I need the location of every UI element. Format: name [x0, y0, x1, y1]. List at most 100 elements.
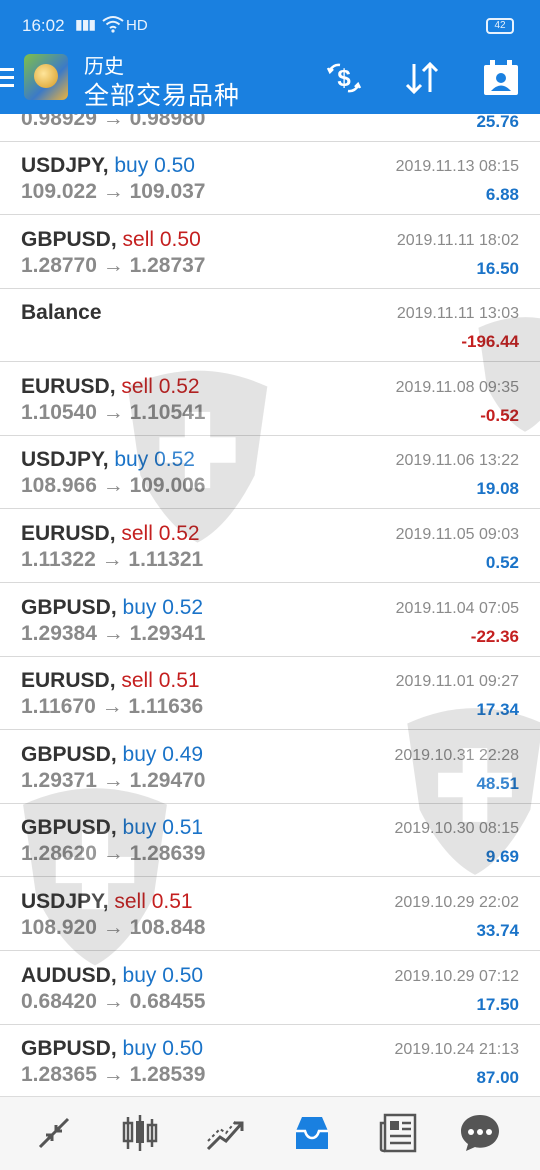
table-row[interactable]: GBPUSD, sell 0.50 1.28770 → 1.28737 2019.1… — [0, 216, 540, 289]
trade-symbol-line: GBPUSD, buy 0.51 — [21, 816, 203, 840]
trade-prices: 1.11322 → 1.11321 — [21, 548, 204, 571]
trade-symbol-line: USDJPY, buy 0.50 — [21, 154, 195, 178]
trade-action: buy 0.50 — [122, 1037, 204, 1061]
trade-symbol: GBPUSD — [21, 595, 111, 619]
trade-date: 2019.10.24 21:13 — [394, 1041, 519, 1059]
trade-profit: 16.50 — [476, 258, 519, 278]
trade-history-list[interactable]: 0.98929 → 0.98980 25.76 USDJPY, buy 0.50… — [0, 114, 540, 1096]
trade-symbol-line: GBPUSD, sell 0.50 — [21, 228, 201, 252]
separator: , — [110, 816, 123, 840]
table-row[interactable]: EURUSD, sell 0.51 1.11670 → 1.11636 2019.1… — [0, 657, 540, 731]
trade-symbol: Balance — [21, 301, 102, 325]
trade-symbol-line: AUDUSD, buy 0.50 — [21, 964, 203, 988]
chart-icon[interactable] — [118, 1111, 162, 1155]
status-time: 16:02 — [22, 16, 65, 35]
trade-icon[interactable] — [204, 1111, 248, 1155]
table-row[interactable]: USDJPY, sell 0.51 108.920 → 108.848 2019.1… — [0, 878, 540, 951]
table-row[interactable]: EURUSD, sell 0.52 1.10540 → 1.10541 2019.1… — [0, 363, 540, 436]
trade-profit: 87.00 — [476, 1068, 519, 1088]
separator: , — [110, 742, 123, 766]
table-row[interactable]: GBPUSD, buy 0.49 1.29371 → 1.29470 2019.10… — [0, 731, 540, 804]
separator: , — [110, 1037, 123, 1061]
trade-profit: 17.34 — [476, 700, 519, 720]
table-row[interactable]: GBPUSD, buy 0.52 1.29384 → 1.29341 2019.11… — [0, 584, 540, 657]
trade-profit: 33.74 — [476, 921, 519, 940]
sort-icon[interactable] — [402, 58, 442, 98]
separator: , — [109, 669, 122, 693]
trade-action: buy 0.52 — [114, 448, 195, 472]
trade-symbol: USDJPY — [21, 890, 103, 913]
trade-symbol-line: GBPUSD, buy 0.49 — [21, 743, 203, 767]
trade-prices: 109.022 → 109.037 — [21, 180, 206, 203]
trade-prices: 1.29371 → 1.29470 — [21, 768, 206, 792]
trade-symbol: EURUSD — [21, 522, 110, 545]
trade-profit: -22.36 — [470, 626, 519, 646]
trade-prices: 1.28620 → 1.28639 — [21, 842, 206, 866]
separator: , — [110, 595, 123, 619]
table-row[interactable]: GBPUSD, buy 0.51 1.28620 → 1.28639 2019.10… — [0, 804, 540, 878]
symbol-filter[interactable]: 全部交易品种 — [84, 76, 240, 112]
trade-action: sell 0.51 — [114, 890, 193, 913]
trade-symbol-line: GBPUSD, buy 0.52 — [21, 596, 203, 620]
separator: , — [102, 448, 115, 472]
table-row[interactable]: 0.98929 → 0.98980 25.76 — [0, 114, 540, 142]
trade-symbol: EURUSD — [21, 669, 110, 693]
table-row[interactable]: USDJPY, buy 0.50 109.022 → 109.037 2019.11… — [0, 142, 540, 215]
quotes-icon[interactable] — [32, 1111, 76, 1155]
trade-profit: -196.44 — [461, 332, 519, 352]
app-logo — [24, 54, 68, 100]
trade-action: buy 0.51 — [122, 816, 204, 840]
svg-text:$: $ — [337, 65, 351, 92]
trade-action: buy 0.52 — [122, 595, 204, 619]
trade-profit: -0.52 — [480, 405, 519, 425]
trade-profit: 17.50 — [476, 994, 519, 1014]
trade-symbol-line: EURUSD, sell 0.52 — [21, 375, 200, 399]
messages-icon[interactable] — [458, 1111, 502, 1155]
table-row[interactable]: Balance 2019.11.11 13:03 -196.44 — [0, 289, 540, 363]
trade-prices: 1.11670 → 1.11636 — [21, 695, 204, 719]
trade-prices: 1.28365 → 1.28539 — [21, 1063, 206, 1087]
menu-icon[interactable] — [0, 66, 16, 90]
trade-symbol-line: Balance — [21, 301, 102, 325]
trade-prices: 1.29384 → 1.29341 — [21, 621, 206, 645]
currency-exchange-icon[interactable]: $ — [324, 58, 364, 98]
trade-symbol: GBPUSD — [21, 227, 111, 251]
network-type: HD — [126, 17, 148, 34]
trade-prices: 0.68420 → 0.68455 — [21, 989, 206, 1013]
table-row[interactable]: USDJPY, buy 0.52 108.966 → 109.006 2019.11… — [0, 436, 540, 510]
news-icon[interactable] — [377, 1111, 421, 1155]
table-row[interactable]: GBPUSD, buy 0.50 1.28365 → 1.28539 2019.10… — [0, 1025, 540, 1096]
separator: , — [110, 963, 123, 987]
trade-date: 2019.10.31 22:28 — [394, 746, 519, 764]
trade-profit: 25.76 — [476, 114, 519, 131]
trade-date: 2019.11.11 13:03 — [396, 305, 519, 323]
trade-date: 2019.10.29 07:12 — [394, 967, 519, 985]
trade-symbol-line: USDJPY, buy 0.52 — [21, 448, 195, 472]
trade-symbol: GBPUSD — [21, 742, 111, 766]
table-row[interactable]: EURUSD, sell 0.52 1.11322 → 1.11321 2019.1… — [0, 510, 540, 583]
trade-symbol: GBPUSD — [21, 816, 111, 840]
separator: , — [110, 227, 123, 251]
trade-date: 2019.11.01 09:27 — [395, 673, 519, 691]
table-row[interactable]: AUDUSD, buy 0.50 0.68420 → 0.68455 2019.10… — [0, 952, 540, 1025]
history-screen: 16:02 ▮▮▮ HD 42 历史 全部交易品种 $ 0.98929 → 0.… — [0, 0, 540, 1170]
trade-prices: 108.966 → 109.006 — [21, 474, 206, 498]
trade-symbol: USDJPY — [21, 448, 103, 472]
separator: , — [109, 522, 122, 545]
trade-action: buy 0.49 — [122, 742, 204, 766]
separator: , — [102, 154, 115, 177]
page-title: 历史 — [84, 56, 124, 78]
trade-symbol-line: GBPUSD, buy 0.50 — [21, 1037, 203, 1061]
trade-symbol-line: USDJPY, sell 0.51 — [21, 890, 193, 914]
signal-icon: ▮▮▮ — [75, 16, 96, 32]
calendar-person-icon[interactable] — [481, 58, 521, 98]
trade-date: 2019.10.29 22:02 — [394, 894, 519, 911]
trade-action: buy 0.50 — [114, 154, 195, 177]
trade-action: sell 0.51 — [121, 669, 200, 693]
battery-icon: 42 — [486, 18, 514, 34]
history-icon[interactable] — [290, 1111, 334, 1155]
wifi-icon — [102, 16, 124, 33]
trade-profit: 0.52 — [485, 553, 519, 572]
app-header: 16:02 ▮▮▮ HD 42 历史 全部交易品种 $ — [0, 0, 540, 114]
trade-date: 2019.10.30 08:15 — [394, 820, 519, 838]
